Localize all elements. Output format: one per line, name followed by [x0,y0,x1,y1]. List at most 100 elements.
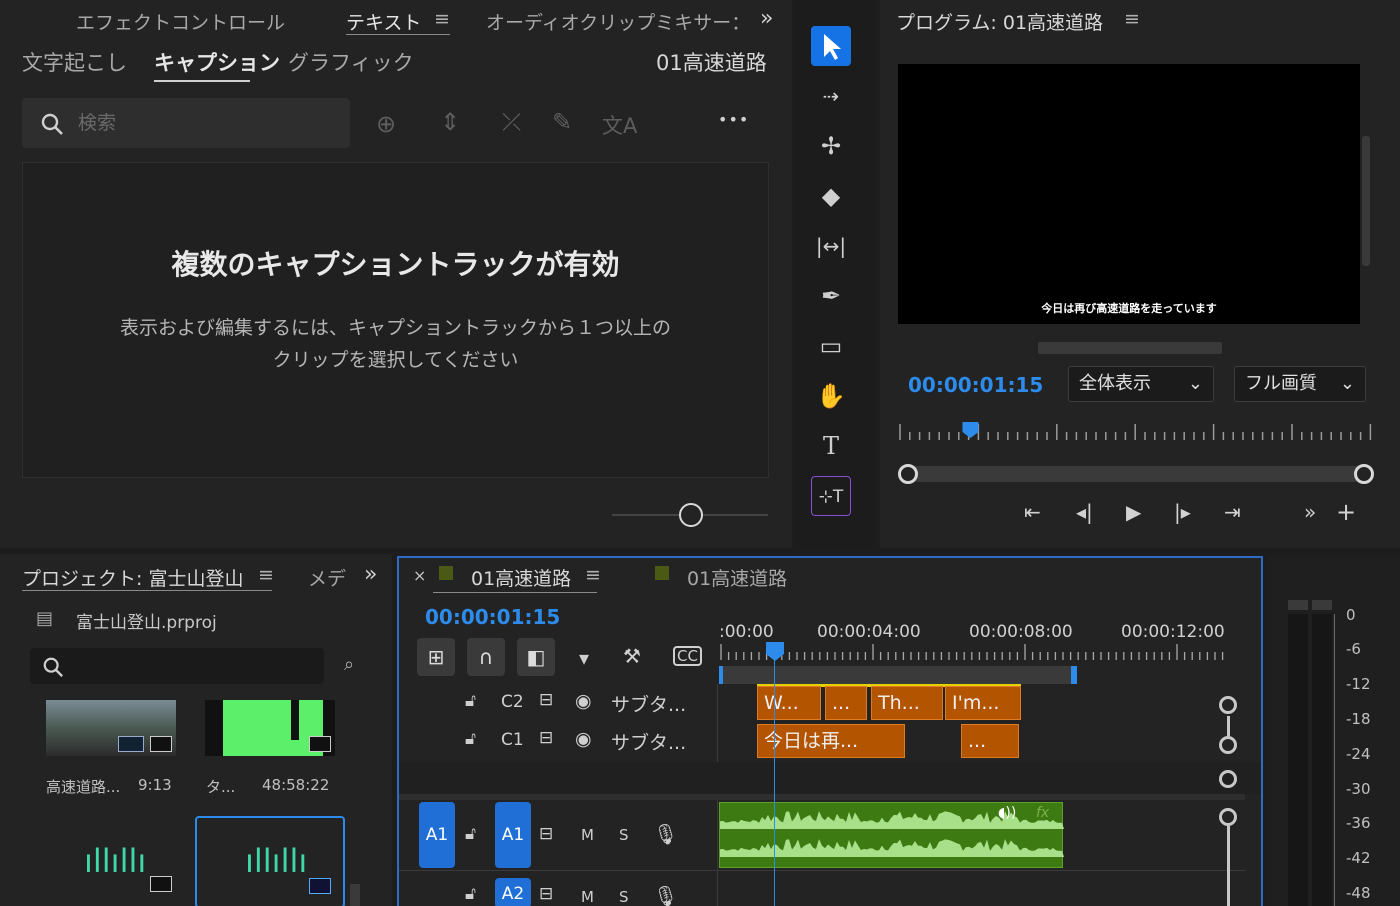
subtab-graphics[interactable]: グラフィック [288,47,414,77]
track-target-a1[interactable]: A1 [495,802,531,868]
track-output-icon[interactable]: ⊟ [539,690,553,710]
timeline-tab-1[interactable]: 01高速道路 [471,564,571,591]
play-icon[interactable]: ▶ [1126,500,1141,524]
vertical-zoom-handle[interactable] [1219,696,1237,714]
lock-icon[interactable]: 🔓︎ [465,691,476,711]
timeline-menu-icon[interactable]: ≡ [585,564,601,586]
eye-icon[interactable]: ◉ [575,728,592,750]
step-forward-icon[interactable]: |▸ [1174,500,1191,524]
translate-icon[interactable]: 文A [602,110,637,140]
find-bin-icon[interactable]: ⌕ [344,654,354,675]
quality-dropdown[interactable]: フル画質 ⌄ [1234,366,1366,402]
zoom-bar[interactable] [1227,826,1230,906]
vertical-zoom-handle[interactable] [1219,770,1237,788]
selection-tool-icon[interactable] [811,26,851,66]
zoom-dropdown[interactable]: 全体表示 ⌄ [1068,366,1214,402]
work-area-end-handle[interactable] [1354,464,1374,484]
microphone-icon[interactable]: 🎙︎ [653,884,678,906]
tab-effect-controls[interactable]: エフェクトコントロール [76,8,285,35]
pen-icon[interactable]: ✒ [811,276,851,316]
viewer-scrollbar[interactable] [1038,342,1222,354]
timeline-ruler-ticks[interactable] [719,644,1227,662]
thumbnail-highway[interactable] [46,700,176,756]
overflow-icon[interactable]: » [760,6,773,31]
program-ruler[interactable] [898,418,1374,448]
track-output-icon[interactable]: ⊟ [539,728,553,748]
microphone-icon[interactable]: 🎙︎ [653,822,678,846]
go-to-in-icon[interactable]: ⇤ [1024,500,1041,524]
track-output-icon[interactable]: ⊟ [539,824,553,844]
caption-clip[interactable]: Th... [871,686,943,720]
more-options-icon[interactable]: ••• [718,110,749,129]
tab-media-browser[interactable]: メデ [308,564,346,591]
type-tool-icon[interactable]: T [811,426,851,466]
add-marker-icon[interactable]: ▾ [579,646,589,670]
go-to-out-icon[interactable]: ⇥ [1224,500,1241,524]
track-target-a2[interactable]: A2 [495,878,531,906]
step-back-icon[interactable]: ◂| [1076,500,1093,524]
wrench-icon[interactable]: ⚒ [623,644,641,668]
caption-clip[interactable]: I'm... [945,686,1021,720]
project-menu-icon[interactable]: ≡ [258,564,274,586]
add-caption-icon[interactable]: ⊕ [376,110,396,138]
pencil-icon[interactable]: ✎ [552,108,572,136]
snap-magnet-icon[interactable]: ∩ [467,638,505,676]
zoom-bar[interactable] [1227,716,1230,736]
hand-icon[interactable]: ✋ [811,376,851,416]
audio-clip[interactable]: ◖)) fx [719,802,1064,868]
panel-menu-icon[interactable]: ≡ [434,8,450,30]
subtab-captions[interactable]: キャプション [154,47,280,77]
program-menu-icon[interactable]: ≡ [1124,8,1140,30]
tab-text[interactable]: テキスト [346,8,421,35]
vertical-zoom-handle[interactable] [1219,808,1237,826]
work-area-bar[interactable] [719,666,1075,684]
vertical-scrollbar[interactable] [1362,136,1370,266]
caption-clip[interactable]: W... [757,686,821,720]
more-controls-icon[interactable]: » [1304,500,1316,524]
search-input[interactable]: 検索 [22,98,350,148]
ripple-edit-icon[interactable]: ✢ [811,126,851,166]
timeline-timecode[interactable]: 00:00:01:15 [425,605,560,629]
track-c1-label[interactable]: C1 [501,730,524,750]
razor-icon[interactable]: ◆ [811,176,851,216]
solo-button[interactable]: S [619,826,629,844]
work-area-in[interactable] [719,666,723,684]
track-select-icon[interactable]: ⇢ [811,76,851,116]
eye-icon[interactable]: ◉ [575,690,592,712]
tab-audio-clip-mixer[interactable]: オーディオクリップミキサー： [486,8,750,35]
program-title[interactable]: プログラム: 01高速道路 [896,8,1103,35]
work-area-out[interactable] [1071,666,1077,684]
video-viewer[interactable]: 今日は再び高速道路を走っています [898,64,1360,324]
lock-icon[interactable]: 🔓︎ [465,824,476,844]
mute-button[interactable]: M [581,888,594,906]
collapse-icon[interactable]: ⤫ [502,108,521,136]
project-scrollbar[interactable] [350,884,360,906]
solo-button[interactable]: S [619,888,629,906]
caption-clip[interactable]: ... [825,686,867,720]
slip-icon[interactable]: |↔| [811,226,851,266]
zoom-slider-handle[interactable] [679,503,703,527]
audio-item-2[interactable]: ıllıllı [195,816,345,906]
timeline-playhead[interactable] [766,642,784,662]
rectangle-icon[interactable]: ▭ [811,326,851,366]
audio-item-1[interactable]: ıllıllı [40,816,176,906]
thumbnail-title[interactable] [205,700,335,756]
lock-icon[interactable]: 🔓︎ [465,729,476,749]
subtab-transcript[interactable]: 文字起こし [22,47,127,77]
source-patch-a1[interactable]: A1 [419,802,455,868]
track-c2-label[interactable]: C2 [501,692,524,712]
lock-icon[interactable]: 🔓︎ [465,884,476,904]
work-area-start-handle[interactable] [898,464,918,484]
track-separator[interactable] [399,794,1245,800]
track-output-icon[interactable]: ⊟ [539,884,553,904]
project-search-input[interactable] [30,648,324,684]
close-tab-icon[interactable]: × [413,566,426,585]
program-playhead[interactable] [962,422,979,438]
expand-icon[interactable]: ⇕ [440,108,460,136]
add-button-icon[interactable]: + [1336,498,1356,526]
mute-button[interactable]: M [581,826,594,844]
vertical-zoom-handle[interactable] [1219,736,1237,754]
timeline-tab-2[interactable]: 01高速道路 [687,564,787,591]
project-title[interactable]: プロジェクト: 富士山登山 [22,564,243,591]
program-timecode[interactable]: 00:00:01:15 [908,373,1043,397]
